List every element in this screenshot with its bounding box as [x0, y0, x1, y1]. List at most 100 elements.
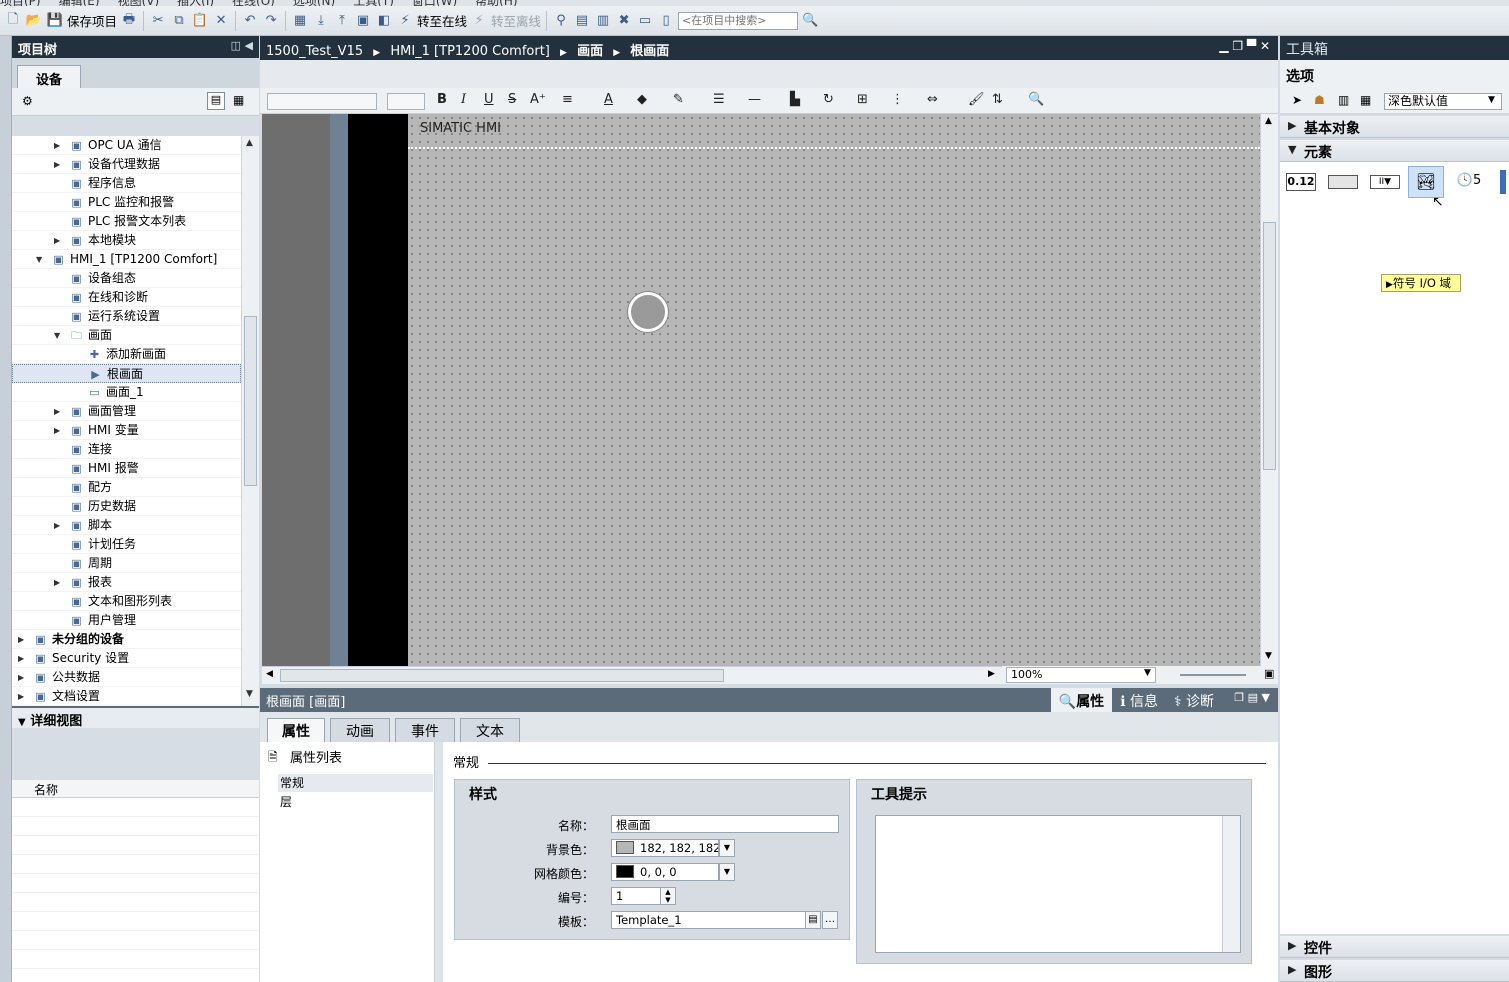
- tree-item[interactable]: ▶ ▣ 未分组的设备: [12, 630, 241, 649]
- tree-item[interactable]: ▶ ▣ 设备代理数据: [12, 155, 241, 174]
- scroll-up-icon[interactable]: ▲: [246, 138, 253, 148]
- go-online-icon[interactable]: ⚡: [396, 10, 414, 32]
- same-size-icon[interactable]: ⇔: [927, 92, 938, 107]
- template-list-icon[interactable]: ▤: [805, 911, 821, 929]
- bg-color-field[interactable]: 182, 182, 182: [611, 839, 719, 857]
- nav-item-layers[interactable]: 层: [278, 793, 292, 810]
- canvas-vertical-scrollbar[interactable]: ▲ ▼: [1260, 114, 1278, 666]
- tree-item[interactable]: ▶ ▣ 公共数据: [12, 668, 241, 687]
- symbolic-io-field-element[interactable]: II▼: [1370, 175, 1400, 189]
- compile-icon[interactable]: ▦: [291, 10, 309, 32]
- delete-icon[interactable]: ✕: [212, 10, 230, 32]
- number-stepper[interactable]: ▲ ▼: [660, 887, 676, 905]
- circle-object[interactable]: [628, 292, 668, 332]
- collapse-arrow-icon[interactable]: ▶: [54, 231, 60, 250]
- tree-item[interactable]: ▶ ▣ 脚本: [12, 516, 241, 535]
- italic-icon[interactable]: I: [461, 92, 466, 107]
- tab-texts[interactable]: 文本: [460, 718, 520, 742]
- zoom-slider[interactable]: [1180, 674, 1246, 676]
- tree-item[interactable]: ▼ 🗀 画面: [12, 326, 241, 345]
- collapse-arrow-icon[interactable]: ▶: [18, 668, 24, 687]
- tree-view-icon[interactable]: ▤: [207, 92, 225, 110]
- split-horizontal-icon[interactable]: ▭: [636, 10, 654, 32]
- tooltip-scrollbar[interactable]: [1222, 816, 1240, 952]
- collapse-arrow-icon[interactable]: ▶: [54, 421, 60, 440]
- window-controls[interactable]: ▁ ❐ ▀ ✕: [1219, 39, 1270, 53]
- search-binoculars-icon[interactable]: 🔍: [801, 10, 819, 32]
- accessible-devices-icon[interactable]: ⚲: [552, 10, 570, 32]
- collapse-arrow-icon[interactable]: ▶: [18, 630, 24, 649]
- tree-item[interactable]: ▣ 程序信息: [12, 174, 241, 193]
- scroll-down-icon[interactable]: ▼: [246, 689, 253, 699]
- line-style-icon[interactable]: —: [748, 92, 761, 107]
- tab-animations[interactable]: 动画: [330, 718, 390, 742]
- zoom-icon[interactable]: 🔍: [1028, 92, 1044, 107]
- grid-color-dropdown[interactable]: ▼: [719, 863, 735, 881]
- simulate-icon[interactable]: ▣: [354, 10, 372, 32]
- align-objects-icon[interactable]: ⊞: [857, 92, 868, 107]
- download-icon[interactable]: ⤓: [312, 10, 330, 32]
- library-icon[interactable]: ▥: [1338, 93, 1349, 107]
- breadcrumb-project[interactable]: 1500_Test_V15: [266, 44, 363, 59]
- user-icon[interactable]: ☗: [1314, 93, 1325, 107]
- collapse-arrow-icon[interactable]: ▶: [54, 516, 60, 535]
- open-project-icon[interactable]: 📂: [25, 10, 43, 32]
- tree-item[interactable]: ▼ ▣ HMI_1 [TP1200 Comfort]: [12, 250, 241, 269]
- collapse-arrow-icon[interactable]: ▶: [54, 402, 60, 421]
- rotate-icon[interactable]: ↻: [823, 92, 834, 107]
- collapse-panel-icon[interactable]: ◫ ◀: [231, 39, 253, 52]
- scroll-thumb[interactable]: [244, 316, 257, 486]
- tree-item[interactable]: ▶ ▣ 画面管理: [12, 402, 241, 421]
- distribute-icon[interactable]: ⋮: [891, 92, 904, 107]
- tree-item[interactable]: ▣ 历史数据: [12, 497, 241, 516]
- tree-item[interactable]: ▣ PLC 监控和报警: [12, 193, 241, 212]
- print-icon[interactable]: 🖶: [120, 10, 138, 32]
- redo-icon[interactable]: ↷: [262, 10, 280, 32]
- tree-item[interactable]: ▶ 根画面: [12, 364, 241, 383]
- save-icon[interactable]: 💾: [46, 10, 64, 32]
- collapse-arrow-icon[interactable]: ▶: [18, 687, 24, 706]
- section-controls[interactable]: ▶ 控件: [1280, 936, 1509, 958]
- tab-diagnostics[interactable]: ⚕ 诊断: [1166, 688, 1222, 712]
- scroll-thumb[interactable]: [1263, 222, 1276, 470]
- tree-item[interactable]: ▣ HMI 报警: [12, 459, 241, 478]
- grid-color-field[interactable]: 0, 0, 0: [611, 863, 719, 881]
- breadcrumb-device[interactable]: HMI_1 [TP1200 Comfort]: [390, 44, 550, 59]
- tree-item[interactable]: ▶ ▣ 文档设置: [12, 687, 241, 706]
- tab-properties[interactable]: 🔍属性: [1050, 688, 1113, 712]
- nav-item-general[interactable]: 常规: [278, 774, 433, 792]
- tree-item[interactable]: ▣ 设备组态: [12, 269, 241, 288]
- paste-icon[interactable]: 📋: [191, 10, 209, 32]
- io-field-element[interactable]: 0.12: [1286, 173, 1316, 191]
- scroll-thumb[interactable]: [280, 669, 724, 682]
- split-vertical-icon[interactable]: ▯: [657, 10, 675, 32]
- tree-item[interactable]: ▶ ▣ 报表: [12, 573, 241, 592]
- bg-color-dropdown[interactable]: ▼: [719, 839, 735, 857]
- section-elements[interactable]: ▼ 元素: [1280, 140, 1509, 162]
- template-field[interactable]: Template_1: [611, 911, 807, 929]
- details-view-header[interactable]: ▼ 详细视图: [12, 706, 259, 729]
- number-field[interactable]: 1: [611, 887, 661, 905]
- breadcrumb-screens[interactable]: 画面: [577, 44, 603, 59]
- tree-item[interactable]: ▣ PLC 报警文本列表: [12, 212, 241, 231]
- tree-item[interactable]: ▶ ▣ Security 设置: [12, 649, 241, 668]
- pointer-icon[interactable]: ➤: [1292, 93, 1302, 107]
- table-icon[interactable]: ▦: [1360, 93, 1371, 107]
- section-basic-objects[interactable]: ▶ 基本对象: [1280, 116, 1509, 138]
- tree-item[interactable]: ▣ 运行系统设置: [12, 307, 241, 326]
- style-select[interactable]: 深色默认值: [1384, 93, 1502, 110]
- button-element[interactable]: [1328, 175, 1358, 189]
- cross-ref-icon[interactable]: ▥: [594, 10, 612, 32]
- tree-item[interactable]: ▶ ▣ OPC UA 通信: [12, 136, 241, 155]
- tree-item[interactable]: ▣ 连接: [12, 440, 241, 459]
- collapse-arrow-icon[interactable]: ▶: [54, 573, 60, 592]
- line-width-icon[interactable]: ☰: [713, 92, 725, 107]
- zoom-select[interactable]: 100%: [1006, 667, 1156, 683]
- strikethrough-icon[interactable]: S: [508, 92, 516, 107]
- project-tree-scrollbar[interactable]: ▲ ▼: [241, 136, 259, 706]
- fill-color-icon[interactable]: ◆: [637, 92, 647, 107]
- tab-devices[interactable]: 设备: [17, 65, 81, 88]
- tab-properties-sub[interactable]: 属性: [267, 718, 325, 742]
- scroll-down-icon[interactable]: ▼: [1265, 651, 1272, 661]
- undo-icon[interactable]: ↶: [241, 10, 259, 32]
